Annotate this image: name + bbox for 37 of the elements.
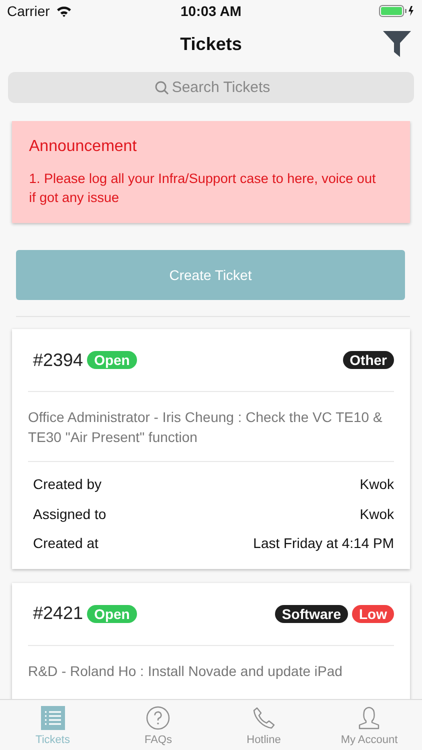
ticket-card[interactable]: #2421 Open Software Low R&D - Roland Ho : Install Novade and update iPad [12,582,410,699]
phone-icon [252,706,276,730]
tab-item[interactable]: My Account [316,700,422,750]
status-badge: Open [87,351,137,369]
question-icon [146,706,170,730]
status-badge: Open [87,604,137,622]
filter-button[interactable] [382,30,412,58]
search-field[interactable]: Search Tickets [8,72,414,103]
page-title: Tickets [180,34,242,54]
person-icon [357,706,382,730]
detail-label: Assigned to [33,504,106,524]
create-ticket-button[interactable]: Create Ticket [16,250,405,300]
search-icon [155,81,169,95]
wifi-icon [56,5,72,17]
ticket-description: R&D - Roland Ho : Install Novade and update iPad [28,662,344,681]
battery-icon [378,5,415,17]
funnel-icon [382,30,412,58]
announcement-text: 1. Please log all your Infra/Support case to here, voice out if got any issue [29,170,377,207]
ticket-number: #2394 [33,350,84,370]
detail-value: Kwok [360,475,394,494]
announcement-title: Announcement [29,138,138,156]
tab-item[interactable]: Hotline [211,700,316,750]
tab-item[interactable]: Tickets [0,700,106,750]
category-badge: Software [274,604,348,622]
status-time: 10:03 AM [180,3,242,19]
detail-label: Created by [33,475,102,494]
ticket-number: #2421 [33,603,84,624]
list-icon [40,706,65,730]
ticket-card[interactable]: #2394 Open Other Office Administrator - Iris Cheung : Check the VC TE10 & TE30 "Air Present" function Created by Kwok Assigned to Kwok Created at Last Friday at 4:14 PM [12,329,410,568]
tab-item[interactable]: FAQs [106,700,211,750]
ticket-description: Office Administrator - Iris Cheung : Check the VC TE10 & TE30 "Air Present" function [28,392,394,462]
carrier-name: Carrier [7,3,50,19]
detail-value: Last Friday at 4:14 PM [253,534,394,553]
category-badge: Low [352,604,394,622]
detail-label: Created at [33,534,98,553]
category-badge: Other [342,351,394,369]
detail-value: Kwok [360,504,394,524]
